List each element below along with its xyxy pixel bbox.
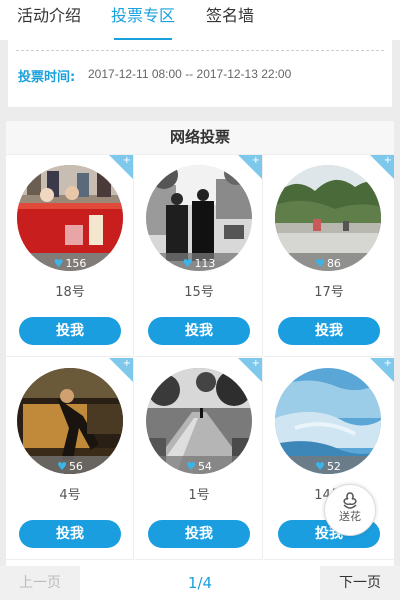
vote-count-bar: ♥ 56 xyxy=(17,456,123,474)
entry-card: + ♥ 56 4号 投我 xyxy=(6,358,134,560)
plus-icon[interactable]: + xyxy=(252,155,260,166)
entry-photo[interactable]: ♥ 54 xyxy=(146,368,252,474)
entry-photo[interactable]: ♥ 86 xyxy=(275,165,381,271)
divider xyxy=(16,50,384,51)
entry-card: + ♥52 14号 投我 xyxy=(264,358,394,560)
heart-icon: ♥ xyxy=(57,460,67,473)
plus-icon[interactable]: + xyxy=(123,358,131,369)
entry-photo[interactable]: ♥ 52 xyxy=(275,368,381,474)
entry-number: 1号 xyxy=(188,488,210,503)
send-flower-button[interactable]: 送花 xyxy=(324,484,376,536)
vote-time-card: 投票时间: 2017-12-11 08:00 -- 2017-12-13 22:… xyxy=(8,40,392,107)
vote-count-bar: ♥ 156 xyxy=(17,253,123,271)
entry-card: + ♥ 54 1号 投我 xyxy=(135,358,263,560)
tab-activity-intro[interactable]: 活动介绍 xyxy=(0,0,96,40)
page-indicator: 1/4 xyxy=(187,574,213,592)
vote-count-bar: ♥ 52 xyxy=(275,456,381,474)
heart-icon: ♥ xyxy=(182,257,193,270)
entry-number: 17号 xyxy=(314,285,344,300)
plus-icon[interactable]: + xyxy=(252,358,260,369)
plus-icon[interactable]: + xyxy=(384,358,392,369)
vote-time-label: 投票时间: xyxy=(18,70,76,85)
send-flower-label: 送花 xyxy=(339,510,361,523)
next-page-button[interactable]: 下一页 xyxy=(320,566,400,600)
heart-icon: ♥ xyxy=(315,257,325,270)
vote-button[interactable]: 投我 xyxy=(19,317,121,345)
vote-count-bar: ♥ 54 xyxy=(146,456,252,474)
panel-title: 网络投票 xyxy=(6,121,394,155)
vote-count: 56 xyxy=(68,460,83,473)
entry-number: 4号 xyxy=(59,488,81,503)
heart-icon: ♥ xyxy=(315,460,325,473)
tab-voting-zone[interactable]: 投票专区 xyxy=(96,0,190,40)
tab-bar: 活动介绍 投票专区 签名墙 xyxy=(0,0,400,40)
pagination: 上一页 1/4 下一页 xyxy=(0,566,400,600)
vote-time-value: 2017-12-11 08:00 -- 2017-12-13 22:00 xyxy=(88,67,292,81)
vote-count: 156 xyxy=(65,257,87,270)
flower-icon xyxy=(343,492,357,509)
prev-page-button[interactable]: 上一页 xyxy=(0,566,80,600)
vote-count: 86 xyxy=(326,257,341,270)
plus-icon[interactable]: + xyxy=(123,155,131,166)
entry-card: + ♥ 113 15号 投我 xyxy=(135,155,263,357)
entry-card: + ♥ 156 18号 投我 xyxy=(6,155,134,357)
vote-button[interactable]: 投我 xyxy=(148,520,250,548)
heart-icon: ♥ xyxy=(186,460,196,473)
vote-count-bar: ♥ 86 xyxy=(275,253,381,271)
entry-number: 15号 xyxy=(184,285,214,300)
vote-count: 113 xyxy=(194,257,216,270)
entry-number: 18号 xyxy=(55,285,85,300)
tab-signature-wall[interactable]: 签名墙 xyxy=(190,0,270,40)
entry-photo[interactable]: ♥ 56 xyxy=(17,368,123,474)
entry-card: + ♥ 86 17号 投我 xyxy=(264,155,394,357)
vote-count: 52 xyxy=(326,460,341,473)
vote-button[interactable]: 投我 xyxy=(19,520,121,548)
vote-count: 54 xyxy=(197,460,212,473)
vote-button[interactable]: 投我 xyxy=(148,317,250,345)
heart-icon: ♥ xyxy=(53,257,64,270)
entry-photo[interactable]: ♥ 156 xyxy=(17,165,123,271)
entry-photo[interactable]: ♥ 113 xyxy=(146,165,252,271)
vote-count-bar: ♥ 113 xyxy=(146,253,252,271)
plus-icon[interactable]: + xyxy=(384,155,392,166)
vote-button[interactable]: 投我 xyxy=(278,317,380,345)
